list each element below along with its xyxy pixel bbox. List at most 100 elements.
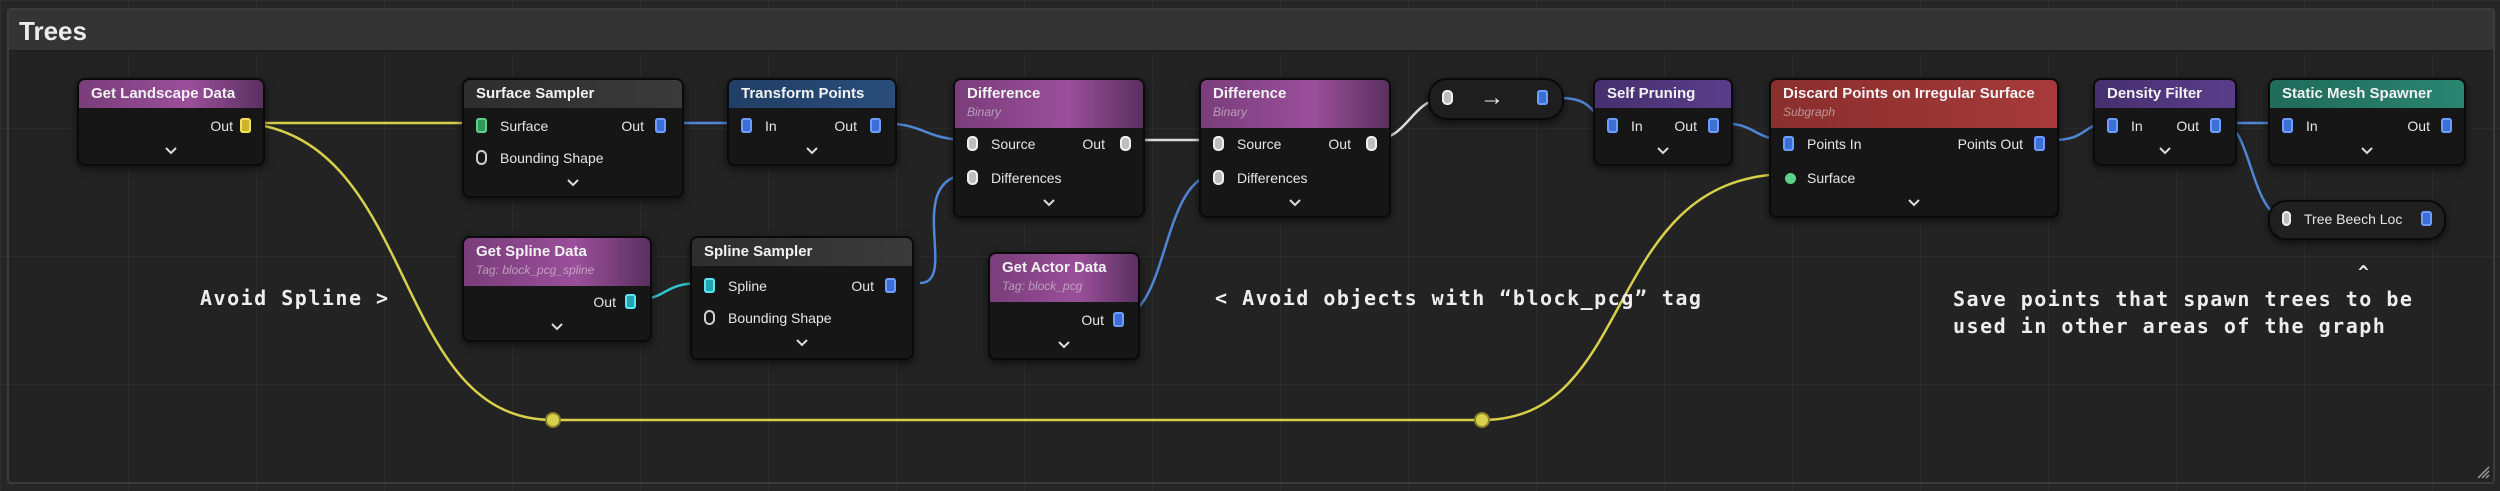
pin-in-icon[interactable] <box>2282 211 2291 226</box>
expand-chevron-icon[interactable] <box>2159 146 2171 156</box>
pin-label: Surface <box>1807 170 1856 186</box>
pin-bounding-shape-icon[interactable] <box>476 150 487 165</box>
node-header: Get Actor Data Tag: block_pcg <box>990 254 1138 302</box>
expand-chevron-icon[interactable] <box>1289 198 1301 208</box>
pin-out-icon[interactable] <box>1708 118 1719 133</box>
pin-label: Bounding Shape <box>500 150 604 166</box>
reroute-node-1[interactable] <box>547 414 559 426</box>
node-header: Get Landscape Data <box>79 80 263 108</box>
node-header: Difference Binary <box>1201 80 1389 128</box>
expand-chevron-icon[interactable] <box>2361 146 2373 156</box>
node-converter[interactable]: → <box>1428 78 1564 120</box>
node-title: Difference <box>967 85 1041 102</box>
pin-label: Surface <box>500 118 549 134</box>
pin-out-icon[interactable] <box>2421 211 2432 226</box>
note-save-caret: ^ <box>2358 262 2371 283</box>
node-difference-1[interactable]: Difference Binary Source Out Differences <box>953 78 1145 218</box>
pin-differences-icon[interactable] <box>967 170 978 185</box>
pin-in-icon[interactable] <box>2107 118 2118 133</box>
node-difference-2[interactable]: Difference Binary Source Out Differences <box>1199 78 1391 218</box>
expand-chevron-icon[interactable] <box>796 338 808 348</box>
pin-out-icon[interactable] <box>2441 118 2452 133</box>
node-title: Spline Sampler <box>704 243 813 260</box>
arrow-right-icon: → <box>1480 84 1504 111</box>
node-self-pruning[interactable]: Self Pruning In Out <box>1593 78 1733 166</box>
pin-differences-icon[interactable] <box>1213 170 1224 185</box>
expand-chevron-icon[interactable] <box>1908 198 1920 208</box>
node-subtitle: Binary <box>1213 105 1248 119</box>
pin-bounding-shape-icon[interactable] <box>704 310 715 325</box>
expand-chevron-icon[interactable] <box>1043 198 1055 208</box>
node-density-filter[interactable]: Density Filter In Out <box>2093 78 2237 166</box>
node-get-landscape-data[interactable]: Get Landscape Data Out <box>77 78 265 166</box>
note-avoid-objects: < Avoid objects with “block_pcg” tag <box>1215 286 1703 310</box>
node-title: Static Mesh Spawner <box>2282 85 2433 102</box>
node-surface-sampler[interactable]: Surface Sampler Surface Out Bounding Sha… <box>462 78 684 198</box>
note-save-points: Save points that spawn trees to be used … <box>1953 287 2414 338</box>
pin-in-icon[interactable] <box>1607 118 1618 133</box>
pin-in-icon[interactable] <box>1442 90 1453 105</box>
pin-surface-in-icon[interactable] <box>476 118 487 133</box>
node-static-mesh-spawner[interactable]: Static Mesh Spawner In Out <box>2268 78 2466 166</box>
pin-out-icon[interactable] <box>625 294 636 309</box>
pin-label: Bounding Shape <box>728 310 832 326</box>
pin-out-icon[interactable] <box>655 118 666 133</box>
pin-in-icon[interactable] <box>741 118 752 133</box>
graph-canvas[interactable]: Trees Get Landscape Data Out Surface Sam… <box>0 0 2500 491</box>
comment-title-bar[interactable]: Trees <box>9 10 2493 52</box>
node-title: Surface Sampler <box>476 85 595 102</box>
reroute-node-2[interactable] <box>1476 414 1488 426</box>
node-subtitle: Tag: block_pcg <box>1002 279 1083 293</box>
pin-label: Source <box>1237 136 1282 152</box>
pin-out-label: Out <box>210 115 233 137</box>
pin-out-icon[interactable] <box>2210 118 2221 133</box>
pin-label: Out <box>2176 118 2199 134</box>
node-title: Get Spline Data <box>476 243 587 260</box>
node-tree-beech-loc[interactable]: Tree Beech Loc <box>2268 200 2446 240</box>
pin-out-icon[interactable] <box>1366 136 1377 151</box>
node-header: Discard Points on Irregular Surface Subgr… <box>1771 80 2057 128</box>
pin-source-icon[interactable] <box>1213 136 1224 151</box>
node-header: Static Mesh Spawner <box>2270 80 2464 108</box>
pin-source-icon[interactable] <box>967 136 978 151</box>
pin-surface-icon[interactable] <box>1785 173 1796 184</box>
pin-label: Out <box>851 278 874 294</box>
node-subtitle: Subgraph <box>1783 105 1836 119</box>
pin-out-icon[interactable] <box>1113 312 1124 327</box>
node-title: Tree Beech Loc <box>2304 211 2403 227</box>
node-discard-points[interactable]: Discard Points on Irregular Surface Subgr… <box>1769 78 2059 218</box>
node-title: Discard Points on Irregular Surface <box>1783 85 2035 102</box>
expand-chevron-icon[interactable] <box>165 146 177 156</box>
pin-out-icon[interactable] <box>1120 136 1131 151</box>
expand-chevron-icon[interactable] <box>1657 146 1669 156</box>
pin-label: Out <box>593 294 616 310</box>
pin-label: Out <box>1328 136 1351 152</box>
note-avoid-spline: Avoid Spline > <box>200 286 390 310</box>
node-get-spline-data[interactable]: Get Spline Data Tag: block_pcg_spline Out <box>462 236 652 342</box>
node-header: Spline Sampler <box>692 238 912 266</box>
pin-label: Points Out <box>1957 136 2023 152</box>
node-title: Density Filter <box>2107 85 2203 102</box>
pin-spline-in-icon[interactable] <box>704 278 715 293</box>
pin-points-out-icon[interactable] <box>2034 136 2045 151</box>
expand-chevron-icon[interactable] <box>551 322 563 332</box>
pin-out-icon[interactable] <box>870 118 881 133</box>
expand-chevron-icon[interactable] <box>1058 340 1070 350</box>
node-header: Self Pruning <box>1595 80 1731 108</box>
node-transform-points[interactable]: Transform Points In Out <box>727 78 897 166</box>
pin-out-icon[interactable] <box>240 118 251 133</box>
pin-label: Source <box>991 136 1036 152</box>
resize-grip-icon[interactable] <box>2476 465 2490 479</box>
node-title: Self Pruning <box>1607 85 1696 102</box>
pin-points-in-icon[interactable] <box>1783 136 1794 151</box>
node-spline-sampler[interactable]: Spline Sampler Spline Out Bounding Shape <box>690 236 914 360</box>
pin-out-icon[interactable] <box>885 278 896 293</box>
pin-label: Out <box>210 118 233 134</box>
pin-label: Out <box>1082 136 1105 152</box>
expand-chevron-icon[interactable] <box>806 146 818 156</box>
expand-chevron-icon[interactable] <box>567 178 579 188</box>
node-get-actor-data[interactable]: Get Actor Data Tag: block_pcg Out <box>988 252 1140 360</box>
pin-in-icon[interactable] <box>2282 118 2293 133</box>
pin-out-icon[interactable] <box>1537 90 1548 105</box>
comment-title: Trees <box>19 16 87 46</box>
